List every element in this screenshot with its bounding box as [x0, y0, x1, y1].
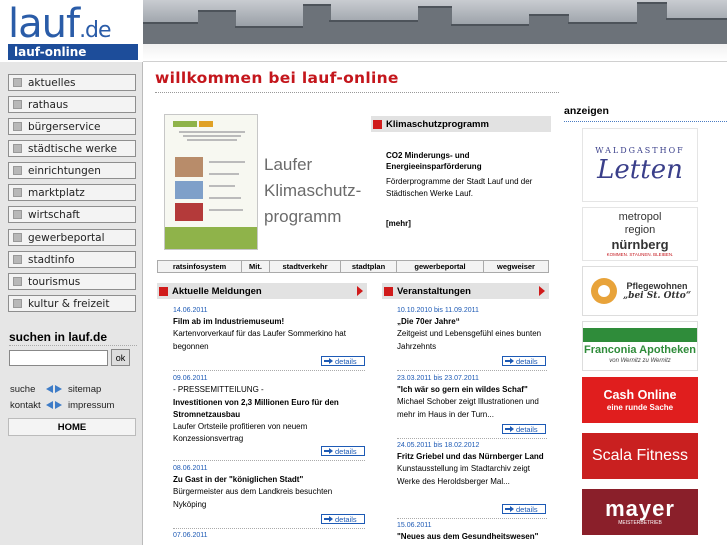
square-bullet-icon — [384, 286, 393, 296]
home-button[interactable]: HOME — [8, 418, 136, 436]
event-details-link[interactable]: details — [502, 424, 546, 434]
news-item[interactable]: 09.06.2011 - PRESSEMITTEILUNG - Investit… — [173, 374, 367, 446]
search-input[interactable] — [9, 350, 108, 366]
ad-cash-online[interactable]: Cash Online eine runde Sache — [582, 377, 698, 423]
ad-franconia-apotheken[interactable]: Franconia Apotheken von Wernitz zu Werni… — [582, 321, 698, 371]
site-logo[interactable]: lauf.de lauf-online — [0, 0, 143, 62]
link-impressum[interactable]: impressum — [68, 400, 114, 411]
link-kontakt[interactable]: kontakt — [10, 400, 41, 411]
flower-logo-icon — [590, 278, 617, 304]
arrows-icon — [46, 385, 64, 394]
arrow-right-icon — [505, 506, 514, 512]
ad-mayer-meisterbetrieb[interactable]: mayer MEISTERBETRIEB — [582, 489, 698, 535]
news-details-link[interactable]: details — [321, 514, 365, 524]
news-heading[interactable]: Aktuelle Meldungen — [157, 283, 367, 299]
logo-subtitle: lauf-online — [8, 44, 138, 60]
quicklink-ratsinfosystem[interactable]: ratsinfosystem — [158, 261, 242, 272]
klimaschutz-more-link[interactable]: [mehr] — [386, 219, 411, 228]
arrow-right-icon — [539, 286, 545, 296]
nav-item-rathaus[interactable]: rathaus — [8, 96, 136, 113]
nav-bullet-icon — [13, 255, 22, 264]
event-item[interactable]: 23.03.2011 bis 23.07.2011 "Ich wär so ge… — [397, 374, 549, 421]
quicklink-stadtplan[interactable]: stadtplan — [341, 261, 397, 272]
nav-bullet-icon — [13, 122, 22, 131]
arrow-right-icon — [357, 286, 363, 296]
news-details-link[interactable]: details — [321, 446, 365, 456]
nav-bullet-icon — [13, 144, 22, 153]
nav-item-marktplatz[interactable]: marktplatz — [8, 184, 136, 201]
event-details-link[interactable]: details — [502, 356, 546, 366]
klimaschutz-subtitle: CO2 Minderungs- und Energieeinsparförder… — [386, 151, 482, 171]
nav-item-einrichtungen[interactable]: einrichtungen — [8, 162, 136, 179]
quicklink-stadtverkehr[interactable]: stadtverkehr — [270, 261, 341, 272]
page-title: willkommen bei lauf-online — [155, 69, 399, 87]
nav-item-buergerservice[interactable]: bürgerservice — [8, 118, 136, 135]
quicklink-mit[interactable]: Mit. — [242, 261, 270, 272]
nav-bullet-icon — [13, 188, 22, 197]
ad-pflegewohnen-st-otto[interactable]: Pflegewohnen „bei St. Otto“ — [582, 266, 698, 316]
events-heading[interactable]: Veranstaltungen — [382, 283, 549, 299]
nav-bullet-icon — [13, 210, 22, 219]
news-item[interactable]: 08.06.2011 Zu Gast in der "königlichen S… — [173, 464, 367, 511]
arrow-right-icon — [505, 358, 514, 364]
nav-bullet-icon — [13, 299, 22, 308]
promo-caption: Laufer Klimaschutz- programm — [264, 155, 362, 226]
nav-item-staedtische-werke[interactable]: städtische werke — [8, 140, 136, 157]
brochure-cover-graphic — [165, 115, 257, 249]
arrow-right-icon — [505, 426, 514, 432]
nav-item-tourismus[interactable]: tourismus — [8, 273, 136, 290]
header-town-banner — [143, 0, 727, 44]
ad-waldgasthof-letten[interactable]: WALDGASTHOF Letten — [582, 128, 698, 202]
arrow-right-icon — [324, 448, 333, 454]
square-bullet-icon — [373, 119, 382, 129]
nav-item-wirtschaft[interactable]: wirtschaft — [8, 206, 136, 223]
arrow-right-icon — [324, 358, 333, 364]
klimaschutz-heading: Klimaschutzprogramm — [371, 116, 551, 132]
header: lauf.de lauf-online — [0, 0, 727, 62]
news-item[interactable]: 07.06.2011 — [173, 531, 367, 541]
logo-main: lauf — [8, 1, 80, 47]
search-title: suchen in lauf.de — [9, 330, 108, 344]
event-item[interactable]: 10.10.2010 bis 11.09.2011 „Die 70er Jahr… — [397, 306, 549, 353]
ad-scala-fitness[interactable]: Scala Fitness — [582, 433, 698, 479]
klimaschutz-brochure-image[interactable] — [164, 114, 258, 250]
nav-item-stadtinfo[interactable]: stadtinfo — [8, 251, 136, 268]
link-suche[interactable]: suche — [10, 384, 35, 395]
ad-metropolregion-nuernberg[interactable]: metropol region nürnberg KOMMEN. STAUNEN… — [582, 207, 698, 261]
quicklink-wegweiser[interactable]: wegweiser — [484, 261, 548, 272]
nav-bullet-icon — [13, 100, 22, 109]
news-item[interactable]: 14.06.2011 Film ab im Industriemuseum! K… — [173, 306, 367, 353]
header-strip — [143, 44, 727, 62]
search-ok-button[interactable]: ok — [111, 349, 130, 366]
arrow-right-icon — [324, 516, 333, 522]
event-item[interactable]: 24.05.2011 bis 18.02.2012 Fritz Griebel … — [397, 441, 549, 488]
link-sitemap[interactable]: sitemap — [68, 384, 101, 395]
quicklinks-bar: ratsinfosystem Mit. stadtverkehr stadtpl… — [157, 260, 549, 273]
nav-bullet-icon — [13, 78, 22, 87]
klimaschutz-text: Förderprogramme der Stadt Lauf und der S… — [386, 177, 533, 198]
nav-item-kultur-freizeit[interactable]: kultur & freizeit — [8, 295, 136, 312]
left-sidebar: aktuelles rathaus bürgerservice städtisc… — [0, 62, 143, 545]
nav-bullet-icon — [13, 277, 22, 286]
event-item[interactable]: 15.06.2011 "Neues aus dem Gesundheitswes… — [397, 521, 557, 543]
nav-item-gewerbeportal[interactable]: gewerbeportal — [8, 229, 136, 246]
event-details-link[interactable]: details — [502, 504, 546, 514]
nav-bullet-icon — [13, 166, 22, 175]
square-bullet-icon — [159, 286, 168, 296]
nav-bullet-icon — [13, 233, 22, 242]
nav-item-aktuelles[interactable]: aktuelles — [8, 74, 136, 91]
ads-title: anzeigen — [564, 105, 609, 117]
arrows-icon — [46, 401, 64, 410]
news-details-link[interactable]: details — [321, 356, 365, 366]
logo-tld: .de — [79, 18, 111, 43]
quicklink-gewerbeportal[interactable]: gewerbeportal — [397, 261, 484, 272]
